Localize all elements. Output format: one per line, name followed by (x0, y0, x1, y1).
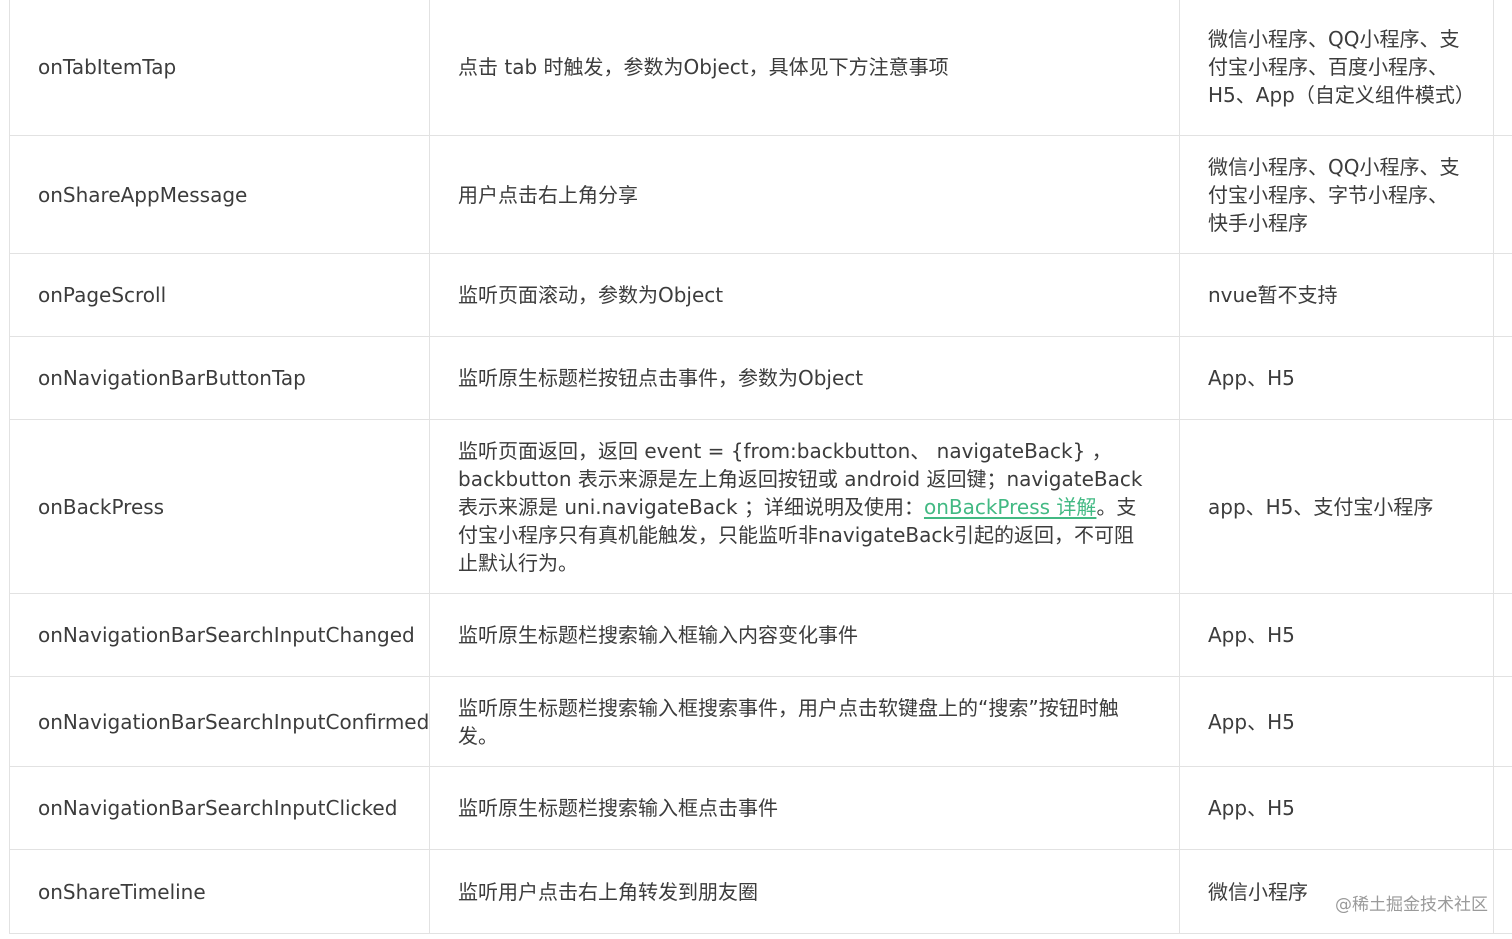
hook-description: 监听页面滚动，参数为Object (429, 253, 1180, 337)
table-row: onShareAppMessage 用户点击右上角分享 微信小程序、QQ小程序、… (9, 135, 1512, 254)
hook-description: 监听用户点击右上角转发到朋友圈 (429, 849, 1180, 934)
table-row: onNavigationBarSearchInputConfirmed 监听原生… (9, 676, 1512, 767)
table-row: onNavigationBarSearchInputChanged 监听原生标题… (9, 593, 1512, 677)
hook-description: 用户点击右上角分享 (429, 135, 1180, 254)
extra-column-cell (1493, 419, 1512, 594)
platform-support: App、H5 (1179, 336, 1494, 420)
extra-column-cell (1493, 766, 1512, 850)
table-row: onNavigationBarButtonTap 监听原生标题栏按钮点击事件，参… (9, 336, 1512, 420)
lifecycle-table: onTabItemTap 点击 tab 时触发，参数为Object，具体见下方注… (9, 0, 1512, 934)
hook-name: onNavigationBarSearchInputClicked (9, 766, 430, 850)
hook-name: onBackPress (9, 419, 430, 594)
extra-column-cell (1493, 849, 1512, 934)
table-row: onNavigationBarSearchInputClicked 监听原生标题… (9, 766, 1512, 850)
hook-name: onNavigationBarSearchInputConfirmed (9, 676, 430, 767)
table-row: onShareTimeline 监听用户点击右上角转发到朋友圈 微信小程序 (9, 849, 1512, 934)
extra-column-cell (1493, 676, 1512, 767)
platform-support: 微信小程序、QQ小程序、支付宝小程序、字节小程序、快手小程序 (1179, 135, 1494, 254)
extra-column-cell (1493, 135, 1512, 254)
onbackpress-detail-link[interactable]: onBackPress 详解 (924, 495, 1096, 519)
hook-description: 监听页面返回，返回 event = {from:backbutton、 navi… (429, 419, 1180, 594)
platform-support: App、H5 (1179, 593, 1494, 677)
extra-column-cell (1493, 0, 1512, 136)
hook-description: 监听原生标题栏搜索输入框点击事件 (429, 766, 1180, 850)
site-watermark: @稀土掘金技术社区 (1335, 895, 1488, 915)
table-row: onPageScroll 监听页面滚动，参数为Object nvue暂不支持 (9, 253, 1512, 337)
hook-description: 监听原生标题栏搜索输入框搜索事件，用户点击软键盘上的“搜索”按钮时触发。 (429, 676, 1180, 767)
hook-name: onShareAppMessage (9, 135, 430, 254)
hook-description: 点击 tab 时触发，参数为Object，具体见下方注意事项 (429, 0, 1180, 136)
extra-column-cell (1493, 593, 1512, 677)
platform-support: App、H5 (1179, 676, 1494, 767)
platform-support: app、H5、支付宝小程序 (1179, 419, 1494, 594)
table-row: onBackPress 监听页面返回，返回 event = {from:back… (9, 419, 1512, 594)
table-row: onTabItemTap 点击 tab 时触发，参数为Object，具体见下方注… (9, 0, 1512, 136)
extra-column-cell (1493, 253, 1512, 337)
extra-column-cell (1493, 336, 1512, 420)
platform-support: App、H5 (1179, 766, 1494, 850)
hook-name: onTabItemTap (9, 0, 430, 136)
hook-description: 监听原生标题栏按钮点击事件，参数为Object (429, 336, 1180, 420)
hook-description: 监听原生标题栏搜索输入框输入内容变化事件 (429, 593, 1180, 677)
platform-support: nvue暂不支持 (1179, 253, 1494, 337)
hook-name: onShareTimeline (9, 849, 430, 934)
hook-name: onPageScroll (9, 253, 430, 337)
hook-name: onNavigationBarSearchInputChanged (9, 593, 430, 677)
platform-support: 微信小程序、QQ小程序、支付宝小程序、百度小程序、H5、App（自定义组件模式） (1179, 0, 1494, 136)
hook-name: onNavigationBarButtonTap (9, 336, 430, 420)
